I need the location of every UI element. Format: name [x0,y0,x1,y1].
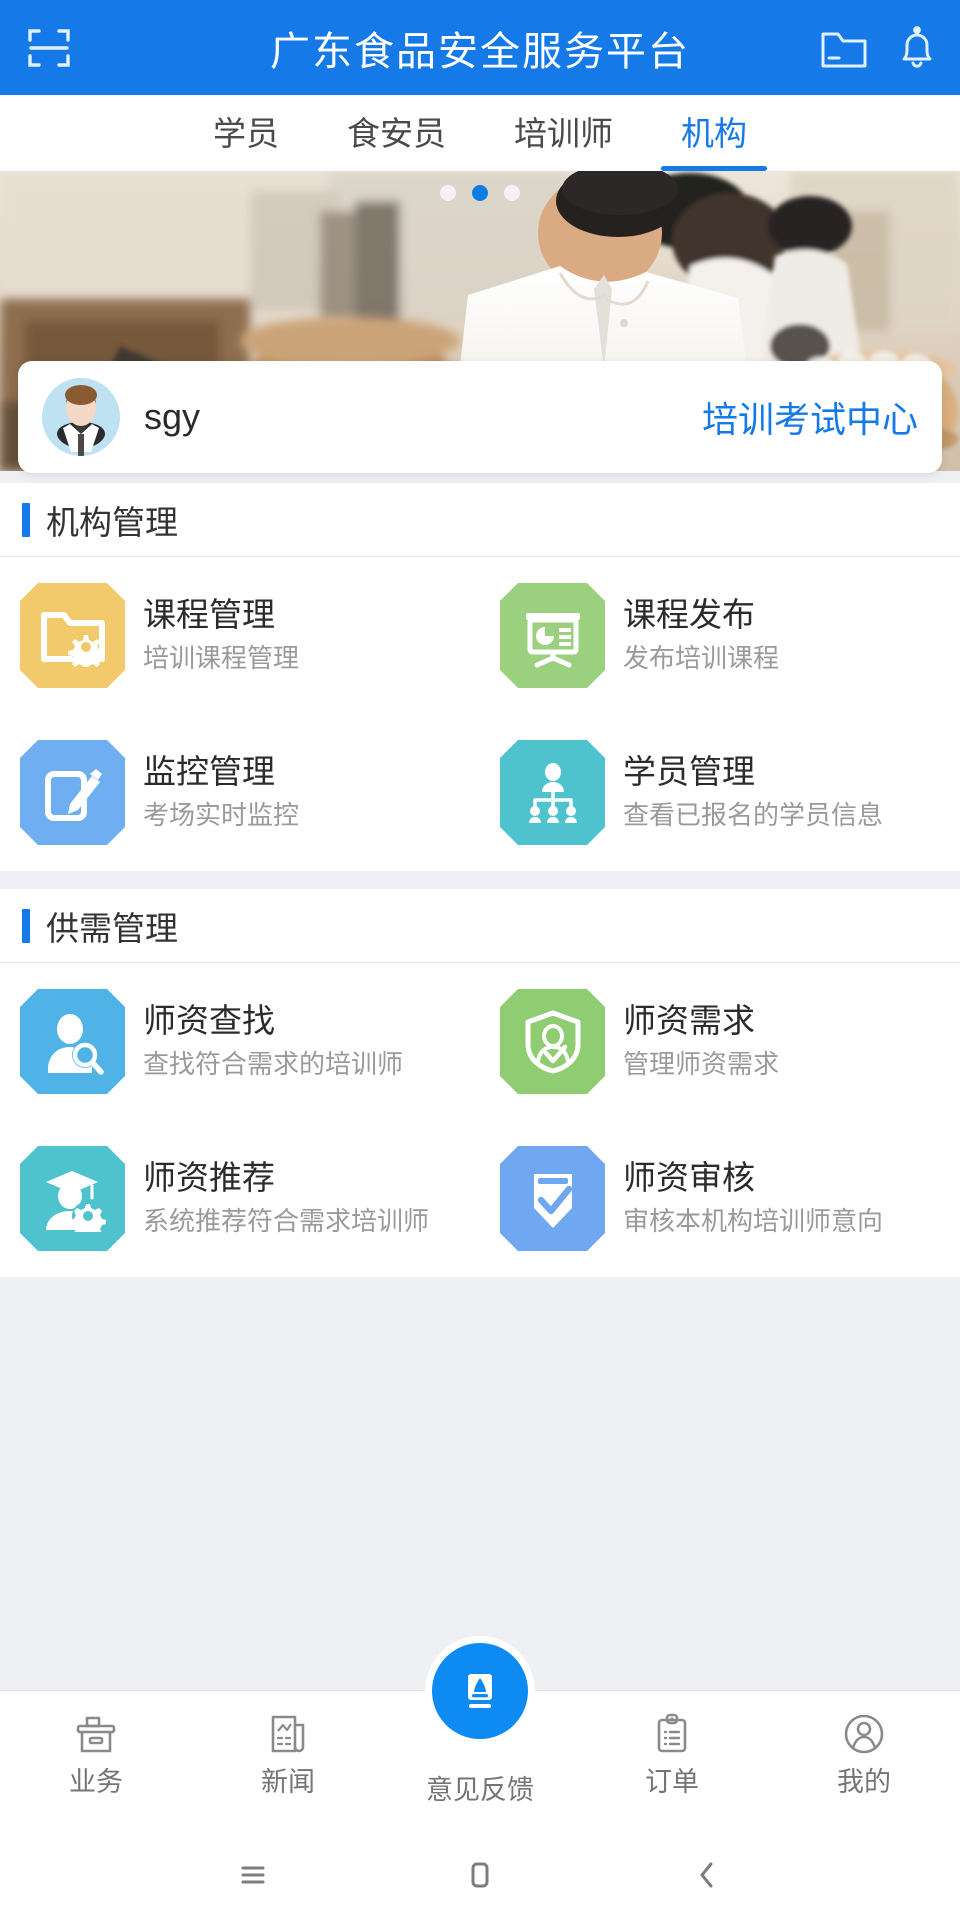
menu-item-text: 课程管理 培训课程管理 [143,596,299,675]
org-chart-icon [500,740,605,845]
nav-item-orders[interactable]: 订单 [576,1691,768,1796]
menu-item-course-management[interactable]: 课程管理 培训课程管理 [0,557,480,714]
menu-item-teacher-demand[interactable]: 师资需求 管理师资需求 [480,963,960,1120]
section-gap [0,871,960,889]
bell-icon[interactable] [896,25,938,71]
folder-icon[interactable] [820,26,868,70]
back-button[interactable] [662,1845,752,1905]
menu-item-subtitle: 考场实时监控 [143,800,300,831]
tab-shianyuan[interactable]: 食安员 [313,95,480,171]
briefcase-icon [76,1716,116,1753]
menu-item-subtitle: 查看已报名的学员信息 [623,800,884,831]
app-root: 广东食品安全服务平台 学员 食安员 培训师 机构 sgy 培训考试中心 机构管理… [0,0,960,1920]
section-supply-demand-management: 供需管理 师资查找 查找符合需求的培训师 师资需求 管理师资需求 师资推荐 系统… [0,889,960,1277]
menu-item-text: 学员管理 查看已报名的学员信息 [623,753,883,832]
header-actions [820,25,938,71]
section-institution-management: 机构管理 课程管理 培训课程管理 课程发布 发布培训课程 监控管理 考场实时监控… [0,483,960,871]
menu-item-subtitle: 发布培训课程 [623,643,780,674]
feedback-icon[interactable] [432,1643,528,1739]
folder-gear-icon [20,583,125,688]
person-search-icon [20,989,125,1094]
section-title: 机构管理 [46,503,178,541]
news-document-icon [271,1715,305,1753]
menu-item-subtitle: 审核本机构培训师意向 [623,1206,884,1237]
username-label: sgy [144,396,201,437]
tab-label: 学员 [213,114,279,152]
menu-item-title: 课程发布 [623,596,755,634]
nav-item-feedback[interactable]: 意见反馈 [384,1643,576,1805]
graduate-gear-icon [20,1146,125,1251]
menu-grid: 课程管理 培训课程管理 课程发布 发布培训课程 监控管理 考场实时监控 学员管理… [0,557,960,871]
nav-label: 新闻 [261,1767,315,1797]
nav-label: 我的 [837,1767,891,1797]
menu-item-teacher-recommend[interactable]: 师资推荐 系统推荐符合需求培训师 [0,1120,480,1277]
carousel-dot[interactable] [440,185,456,201]
avatar[interactable] [42,378,120,456]
menu-item-text: 课程发布 发布培训课程 [623,596,779,675]
menu-item-title: 师资查找 [143,1002,275,1040]
menu-item-subtitle: 培训课程管理 [143,643,300,674]
nav-label: 业务 [69,1767,123,1797]
menu-item-text: 师资审核 审核本机构培训师意向 [623,1159,883,1238]
section-header: 供需管理 [0,889,960,963]
menu-grid: 师资查找 查找符合需求的培训师 师资需求 管理师资需求 师资推荐 系统推荐符合需… [0,963,960,1277]
square-icon [471,1862,489,1888]
nav-item-news[interactable]: 新闻 [192,1691,384,1796]
tab-peixunshi[interactable]: 培训师 [480,95,647,171]
shield-check-icon [500,1146,605,1251]
carousel-dot[interactable] [504,185,520,201]
section-header: 机构管理 [0,483,960,557]
organization-label[interactable]: 培训考试中心 [702,391,918,443]
home-button[interactable] [435,1845,525,1905]
tab-xueyuan[interactable]: 学员 [179,95,313,171]
presentation-chart-icon [500,583,605,688]
hamburger-icon [241,1866,265,1884]
person-circle-icon [844,1714,884,1754]
menu-item-subtitle: 查找符合需求的培训师 [143,1049,404,1080]
page-title: 广东食品安全服务平台 [270,29,690,74]
menu-item-subtitle: 管理师资需求 [623,1049,780,1080]
menu-item-title: 师资推荐 [143,1159,275,1197]
menu-item-text: 师资需求 管理师资需求 [623,1002,779,1081]
nav-label: 订单 [645,1767,699,1797]
profile-card[interactable]: sgy 培训考试中心 [18,361,942,473]
menu-item-title: 师资审核 [623,1159,755,1197]
nav-item-business[interactable]: 业务 [0,1691,192,1796]
nav-label: 意见反馈 [426,1775,534,1805]
menu-item-text: 师资查找 查找符合需求的培训师 [143,1002,403,1081]
system-navigation-bar [0,1830,960,1920]
section-title: 供需管理 [46,909,178,947]
tab-jigou[interactable]: 机构 [647,95,781,171]
section-accent-bar [22,908,30,943]
menu-item-title: 监控管理 [143,753,275,791]
category-tabs: 学员 食安员 培训师 机构 [0,95,960,171]
menu-item-teacher-search[interactable]: 师资查找 查找符合需求的培训师 [0,963,480,1120]
section-accent-bar [22,502,30,537]
menu-item-monitoring-management[interactable]: 监控管理 考场实时监控 [0,714,480,871]
shield-person-icon [500,989,605,1094]
menu-item-subtitle: 系统推荐符合需求培训师 [143,1206,430,1237]
tab-label: 机构 [681,114,747,152]
menu-item-text: 师资推荐 系统推荐符合需求培训师 [143,1159,429,1238]
carousel-dots[interactable] [0,185,960,201]
menu-item-course-publish[interactable]: 课程发布 发布培训课程 [480,557,960,714]
menu-item-title: 学员管理 [623,753,755,791]
menu-item-title: 师资需求 [623,1002,755,1040]
tab-label: 培训师 [514,114,613,152]
menu-item-title: 课程管理 [143,596,275,634]
chevron-left-icon [700,1862,713,1888]
menu-item-text: 监控管理 考场实时监控 [143,753,299,832]
app-header: 广东食品安全服务平台 [0,0,960,95]
scan-icon[interactable] [26,25,72,71]
menu-button[interactable] [208,1845,298,1905]
clipboard-list-icon [657,1713,687,1753]
pencil-edit-icon [20,740,125,845]
tab-label: 食安员 [347,114,446,152]
menu-item-teacher-review[interactable]: 师资审核 审核本机构培训师意向 [480,1120,960,1277]
bottom-navigation: 业务 新闻 意见反馈 订单 我的 [0,1643,960,1830]
main-content: 机构管理 课程管理 培训课程管理 课程发布 发布培训课程 监控管理 考场实时监控… [0,471,960,1690]
carousel-dot-active[interactable] [472,185,488,201]
menu-item-student-management[interactable]: 学员管理 查看已报名的学员信息 [480,714,960,871]
nav-item-profile[interactable]: 我的 [768,1691,960,1796]
